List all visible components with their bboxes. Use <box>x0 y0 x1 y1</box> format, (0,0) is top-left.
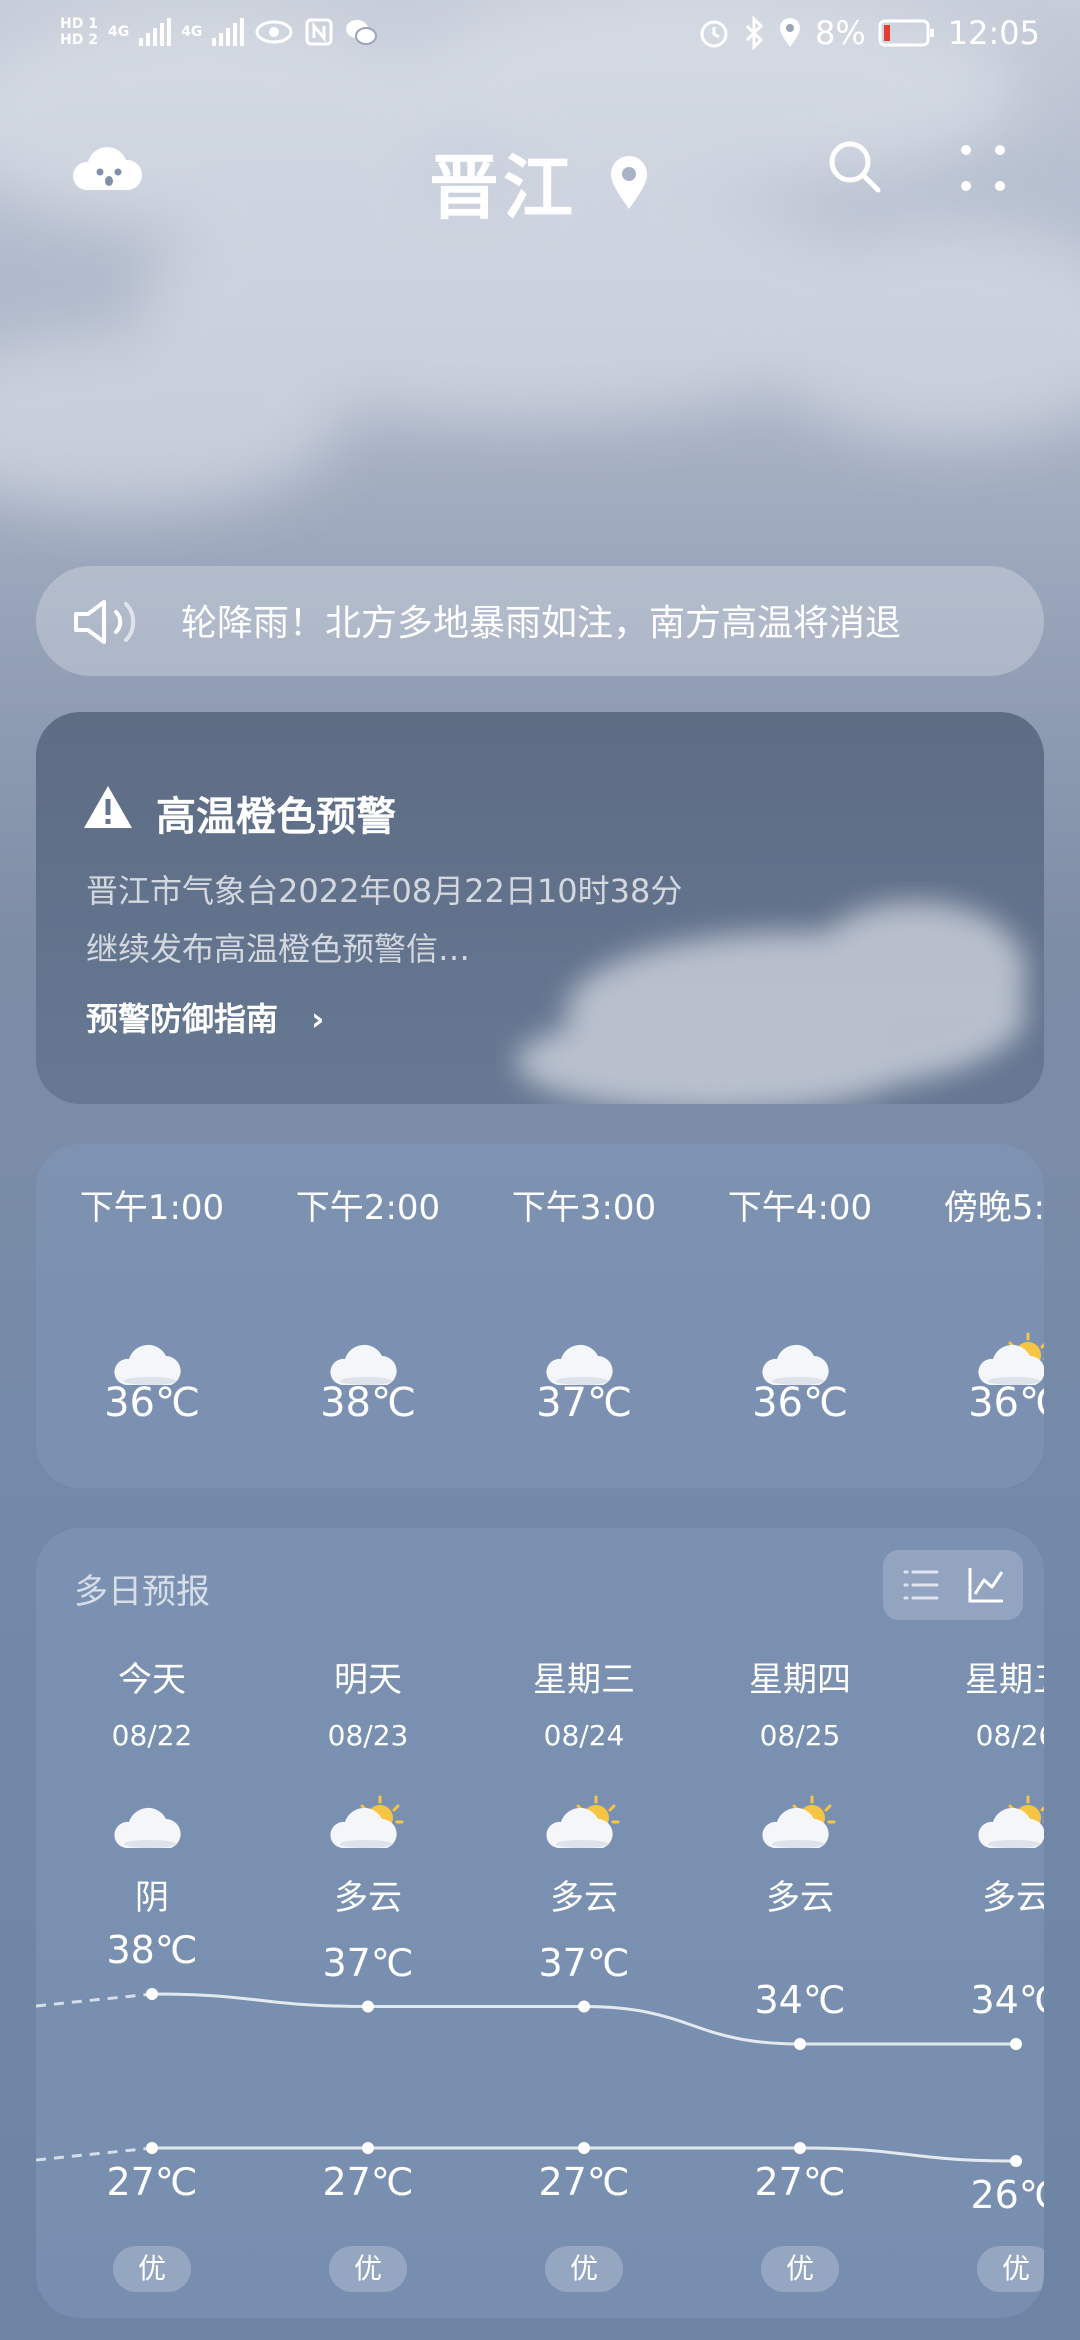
news-text: 轮降雨！北方多地暴雨如注，南方高温将消退 <box>181 603 902 644</box>
hourly-temp: 36℃ <box>104 1380 200 1426</box>
signal-icon-2 <box>212 18 245 46</box>
more-icon[interactable] <box>958 140 1008 196</box>
warning-guide-label: 预警防御指南 <box>86 1000 279 1038</box>
sim1-label: HD 1 <box>60 16 98 32</box>
low-temp-line-point <box>1010 2155 1022 2167</box>
low-temp-label: 27℃ <box>754 2160 846 2204</box>
status-bar: HD 1 HD 2 4G 4G 8% 12:05 <box>0 0 1080 80</box>
speaker-icon <box>74 600 136 644</box>
sim2-label: HD 2 <box>60 32 98 48</box>
hourly-item: 下午4:00 36℃ <box>690 1180 910 1426</box>
search-icon[interactable] <box>826 138 884 196</box>
low-temp-label: 27℃ <box>538 2160 630 2204</box>
signal-icon <box>139 18 172 46</box>
hourly-time: 下午4:00 <box>727 1188 873 1228</box>
high-temp-label: 38℃ <box>106 1928 198 1972</box>
low-temp-line-point <box>362 2142 374 2154</box>
high-temp-line-point <box>794 2038 806 2050</box>
clock: 12:05 <box>947 14 1040 52</box>
hourly-temp: 36℃ <box>752 1380 848 1426</box>
hourly-item: 下午3:00 37℃ <box>474 1180 694 1426</box>
warning-title: 高温橙色预警 <box>156 794 396 840</box>
hourly-temp: 36℃ <box>968 1380 1044 1426</box>
hourly-item: 下午1:00 36℃ <box>42 1180 262 1426</box>
hourly-time: 下午3:00 <box>511 1188 657 1228</box>
alarm-icon <box>700 20 728 48</box>
wechat-icon <box>346 20 378 45</box>
network-label-2: 4G <box>181 24 203 40</box>
city-name[interactable]: 晋江 <box>429 132 577 233</box>
high-temp-line-point <box>578 2000 590 2013</box>
battery-percent: 8% <box>815 14 866 52</box>
sim-labels: HD 1 HD 2 <box>60 16 98 48</box>
hourly-temp: 37℃ <box>536 1380 632 1426</box>
low-temp-line-point <box>578 2142 590 2154</box>
news-ticker[interactable]: 轮降雨！北方多地暴雨如注，南方高温将消退 <box>36 566 1044 676</box>
high-temp-line-point <box>146 1988 158 2000</box>
low-temp-label: 27℃ <box>322 2160 414 2204</box>
high-temp-line-lead <box>36 1992 153 2008</box>
high-temp-line-point <box>362 2000 374 2013</box>
network-label-1: 4G <box>107 24 130 40</box>
high-temp-line-point <box>1010 2038 1022 2050</box>
chevron-right-icon: › <box>311 1000 325 1038</box>
low-temp-line-point <box>146 2142 158 2154</box>
location-icon <box>780 18 801 47</box>
location-pin-icon <box>611 155 647 209</box>
warning-triangle-icon <box>84 786 132 828</box>
low-temp-line-point <box>794 2142 806 2154</box>
top-bar: 晋江 <box>0 120 1080 229</box>
bluetooth-icon <box>745 16 764 50</box>
high-temp-label: 37℃ <box>322 1940 414 1985</box>
warning-card[interactable]: 高温橙色预警 晋江市气象台2022年08月22日10时38分继续发布高温橙色预警… <box>36 712 1044 1104</box>
warning-guide-link[interactable]: 预警防御指南 › <box>86 994 324 1040</box>
high-temp-label: 34℃ <box>754 1978 846 2022</box>
battery-icon <box>878 19 934 47</box>
hourly-time: 下午2:00 <box>295 1188 441 1228</box>
daily-forecast-card[interactable]: 多日预报 今天 08/22 阴优明天 08/23 多云优星期三 08/24 多云优星期四 08… <box>36 1528 1044 2318</box>
hourly-forecast-card[interactable]: 下午1:00 36℃ 下午2:00 38℃ 下午3:00 37℃ 下午4:00 36℃ 傍晚5:… <box>36 1144 1044 1488</box>
hourly-item: 下午2:00 38℃ <box>258 1180 478 1426</box>
low-temp-label: 27℃ <box>106 2160 198 2204</box>
nfc-icon <box>305 18 333 46</box>
hourly-time: 傍晚5:00 <box>943 1188 1044 1228</box>
hourly-temp: 38℃ <box>320 1380 416 1426</box>
low-temp-label: 26℃ <box>970 2173 1044 2217</box>
high-temp-label: 37℃ <box>538 1940 630 1985</box>
hourly-time: 下午1:00 <box>79 1188 225 1228</box>
low-temp-line-lead <box>36 2146 153 2162</box>
warning-body: 晋江市气象台2022年08月22日10时38分继续发布高温橙色预警信… <box>86 872 683 968</box>
hourly-item: 傍晚5:00 36℃ <box>906 1180 1044 1426</box>
eye-icon <box>255 20 293 44</box>
high-temp-label: 34℃ <box>970 1978 1044 2022</box>
